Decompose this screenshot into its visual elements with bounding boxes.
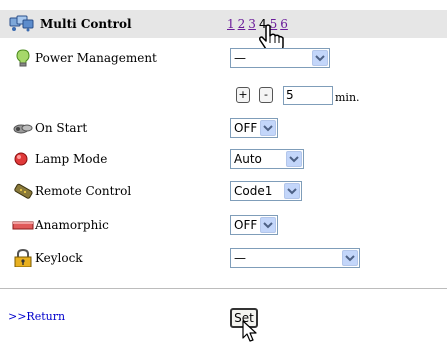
- chevron-down-icon: [260, 120, 276, 136]
- page-link-1[interactable]: 1: [227, 17, 235, 31]
- increase-button[interactable]: +: [236, 87, 250, 103]
- chevron-down-icon: [284, 183, 300, 199]
- header-bar: Multi Control 123456: [0, 10, 447, 38]
- remote-control-select[interactable]: Code1: [230, 181, 302, 201]
- remote-icon: [12, 182, 34, 200]
- anamorphic-select[interactable]: OFF: [230, 215, 278, 235]
- on-start-select[interactable]: OFF: [230, 118, 278, 138]
- arrow-cursor-icon: [241, 320, 259, 344]
- power-management-label: Power Management: [35, 51, 157, 65]
- projector-icon: [12, 119, 34, 137]
- padlock-icon: [12, 249, 34, 267]
- lamp-mode-row: Lamp Mode: [12, 149, 107, 169]
- remote-control-label: Remote Control: [35, 184, 132, 198]
- anamorphic-label: Anamorphic: [35, 218, 109, 232]
- page-link-2[interactable]: 2: [238, 17, 246, 31]
- chevron-down-icon: [286, 151, 302, 167]
- chevron-down-icon: [342, 250, 358, 266]
- red-lamp-icon: [12, 150, 34, 168]
- on-start-row: On Start: [12, 118, 87, 138]
- lightbulb-icon: [12, 49, 34, 67]
- page-link-3[interactable]: 3: [248, 17, 256, 31]
- anamorphic-icon: [12, 216, 34, 234]
- lamp-mode-label: Lamp Mode: [35, 152, 108, 166]
- lamp-mode-select[interactable]: Auto: [230, 149, 304, 169]
- chevron-down-icon: [312, 50, 328, 66]
- decrease-button[interactable]: -: [259, 87, 273, 103]
- return-link[interactable]: >>Return: [8, 310, 65, 323]
- footer-divider: [0, 288, 447, 289]
- multi-control-icon: [9, 14, 35, 32]
- power-management-row: Power Management: [12, 48, 157, 68]
- keylock-label: Keylock: [35, 251, 83, 265]
- on-start-label: On Start: [35, 121, 88, 135]
- page-title: Multi Control: [40, 17, 132, 31]
- minutes-unit-label: min.: [335, 91, 360, 104]
- minutes-input[interactable]: 5: [283, 86, 333, 105]
- keylock-row: Keylock: [12, 248, 83, 268]
- anamorphic-row: Anamorphic: [12, 215, 109, 235]
- chevron-down-icon: [260, 217, 276, 233]
- keylock-select[interactable]: —: [230, 248, 360, 268]
- power-management-select[interactable]: —: [230, 48, 330, 68]
- remote-control-row: Remote Control: [12, 181, 131, 201]
